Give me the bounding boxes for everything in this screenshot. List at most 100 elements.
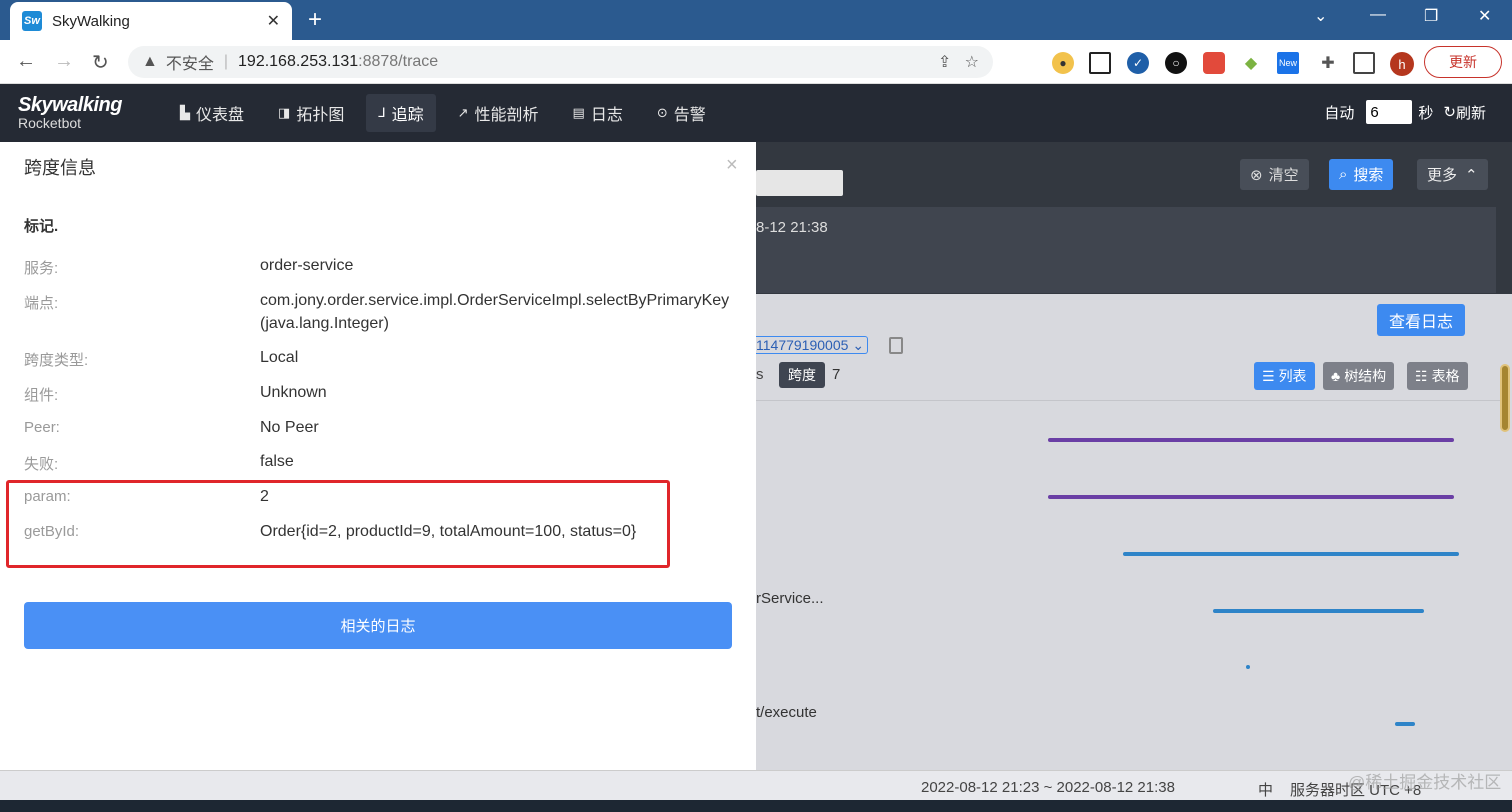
field-key-endpoint: 端点: — [24, 295, 59, 312]
nav-log[interactable]: ▤ 日志 — [561, 94, 635, 132]
nav-dashboard[interactable]: ▙ 仪表盘 — [168, 94, 256, 132]
tags-section-title: 标记. — [24, 218, 59, 235]
nav-label: 告警 — [673, 107, 706, 124]
minimize-icon[interactable]: — — [1370, 6, 1386, 24]
table-view-button[interactable]: ☷ 表格 — [1407, 362, 1468, 390]
log-icon: ▤ — [572, 105, 585, 120]
field-key-component: 组件: — [24, 387, 59, 404]
field-key-peer: Peer: — [24, 419, 60, 436]
span-info-modal: 跨度信息 × 标记. 服务: order-service 端点: com.jon… — [0, 142, 756, 770]
skywalking-logo[interactable]: Skywalking Rocketbot — [18, 94, 122, 131]
nav-alert[interactable]: ⊙ 告警 — [645, 94, 718, 132]
reload-icon[interactable]: ↻ — [92, 50, 109, 75]
span-row-label: t/execute — [756, 704, 817, 721]
field-key-error: 失败: — [24, 456, 59, 473]
cookie-extension-icon[interactable]: ● — [1052, 52, 1074, 74]
share-bookmark-icons[interactable]: ⇪ ☆ — [938, 52, 979, 72]
address-bar[interactable]: ▲ 不安全 | 192.168.253.131 :8878/trace ⇪ ☆ — [128, 46, 993, 78]
more-button[interactable]: 更多 ⌃ — [1417, 159, 1488, 190]
divider — [756, 400, 1500, 401]
nav-trace[interactable]: ⅃ 追踪 — [366, 94, 436, 132]
android-extension-icon[interactable]: ◆ — [1240, 52, 1262, 74]
restore-icon[interactable]: ❐ — [1424, 6, 1438, 26]
circle-extension-icon[interactable]: ○ — [1165, 52, 1187, 74]
close-window-icon[interactable]: ✕ — [1478, 6, 1491, 26]
alert-icon: ⊙ — [656, 105, 668, 120]
topology-icon: ◨ — [278, 105, 291, 120]
tab-title: SkyWalking — [52, 12, 130, 30]
span-row-label: rService... — [756, 590, 824, 607]
sidepanel-icon[interactable] — [1353, 52, 1375, 74]
browser-tabbar: Sw SkyWalking ✕ + ⌄ — ❐ ✕ — [0, 0, 1512, 40]
field-value-error: false — [260, 453, 294, 470]
field-value-span-type: Local — [260, 349, 299, 366]
close-icon[interactable]: × — [726, 154, 738, 177]
table-icon: ☷ — [1415, 367, 1428, 384]
field-value-component: Unknown — [260, 384, 327, 401]
nav-label: 拓扑图 — [296, 107, 345, 124]
language-toggle[interactable]: 中 — [1258, 779, 1273, 800]
highlight-box — [6, 480, 670, 568]
trace-id-text: 114779190005 — [756, 337, 849, 353]
duration-fragment: s — [756, 366, 764, 383]
new-extension-icon[interactable]: New — [1277, 52, 1299, 74]
view-log-button[interactable]: 查看日志 — [1377, 304, 1465, 336]
span-badge: 跨度 — [779, 362, 825, 388]
cube-extension-icon[interactable] — [1203, 52, 1225, 74]
extensions-puzzle-icon[interactable]: ✚ — [1317, 52, 1339, 74]
chevron-up-icon: ⌃ — [1465, 166, 1478, 184]
nav-label: 仪表盘 — [196, 107, 245, 124]
chart-icon: ▙ — [180, 105, 190, 120]
span-bar-5[interactable] — [1246, 665, 1250, 669]
search-field-fragment[interactable] — [756, 170, 843, 196]
clear-icon: ⊗ — [1250, 166, 1263, 184]
check-extension-icon[interactable]: ✓ — [1127, 52, 1149, 74]
qr-extension-icon[interactable] — [1089, 52, 1111, 74]
tree-view-button[interactable]: ♣ 树结构 — [1323, 362, 1395, 390]
new-tab-icon[interactable]: + — [308, 6, 322, 34]
browser-tab[interactable]: Sw SkyWalking ✕ — [10, 2, 292, 40]
copy-icon[interactable] — [889, 337, 903, 354]
list-icon: ☰ — [1262, 367, 1275, 384]
tree-icon: ♣ — [1331, 368, 1341, 384]
logo-subtext: Rocketbot — [18, 115, 82, 131]
search-button[interactable]: ⌕ 搜索 — [1329, 159, 1394, 190]
forward-icon[interactable]: → — [54, 50, 74, 73]
modal-title: 跨度信息 — [24, 158, 96, 178]
tab-close-icon[interactable]: ✕ — [267, 11, 280, 31]
update-button[interactable]: 更新 — [1424, 46, 1502, 78]
refresh-button[interactable]: 刷新 — [1456, 102, 1486, 123]
span-bar-1[interactable] — [1048, 438, 1454, 442]
span-bar-6[interactable] — [1395, 722, 1415, 726]
nav-label: 日志 — [590, 107, 623, 124]
os-taskbar — [0, 800, 1512, 812]
watermark: @稀土掘金技术社区 — [1348, 773, 1502, 792]
list-label: 列表 — [1278, 368, 1307, 384]
list-view-button[interactable]: ☰ 列表 — [1254, 362, 1315, 390]
scrollbar[interactable] — [1500, 364, 1510, 432]
span-count: 7 — [832, 366, 841, 383]
tab-search-icon[interactable]: ⌄ — [1314, 6, 1327, 26]
nav-topology[interactable]: ◨ 拓扑图 — [266, 94, 356, 132]
span-bar-3[interactable] — [1123, 552, 1459, 556]
warning-icon: ▲ — [142, 53, 158, 70]
field-value-service: order-service — [260, 257, 354, 274]
profile-avatar[interactable]: h — [1390, 52, 1414, 76]
clear-button[interactable]: ⊗ 清空 — [1240, 159, 1309, 190]
field-key-span-type: 跨度类型: — [24, 352, 89, 369]
url-path: :8878/trace — [358, 53, 439, 70]
browser-toolbar: ← → ↻ ▲ 不安全 | 192.168.253.131 :8878/trac… — [0, 40, 1512, 84]
nav-profile[interactable]: ↗ 性能剖析 — [446, 94, 551, 132]
refresh-icon[interactable]: ↻ — [1443, 103, 1456, 121]
field-key-service: 服务: — [24, 260, 59, 277]
back-icon[interactable]: ← — [16, 50, 36, 73]
related-logs-button[interactable]: 相关的日志 — [24, 602, 732, 649]
span-bar-2[interactable] — [1048, 495, 1454, 499]
time-range[interactable]: 2022-08-12 21:23 ~ 2022-08-12 21:38 — [921, 779, 1175, 796]
chevron-down-icon: ⌄ — [852, 336, 865, 353]
skywalking-favicon-icon: Sw — [22, 11, 42, 31]
search-label: 搜索 — [1353, 167, 1384, 184]
auto-interval-input[interactable] — [1366, 100, 1413, 124]
trace-id-select[interactable]: 114779190005 ⌄ — [756, 336, 868, 354]
span-bar-4[interactable] — [1213, 609, 1424, 613]
